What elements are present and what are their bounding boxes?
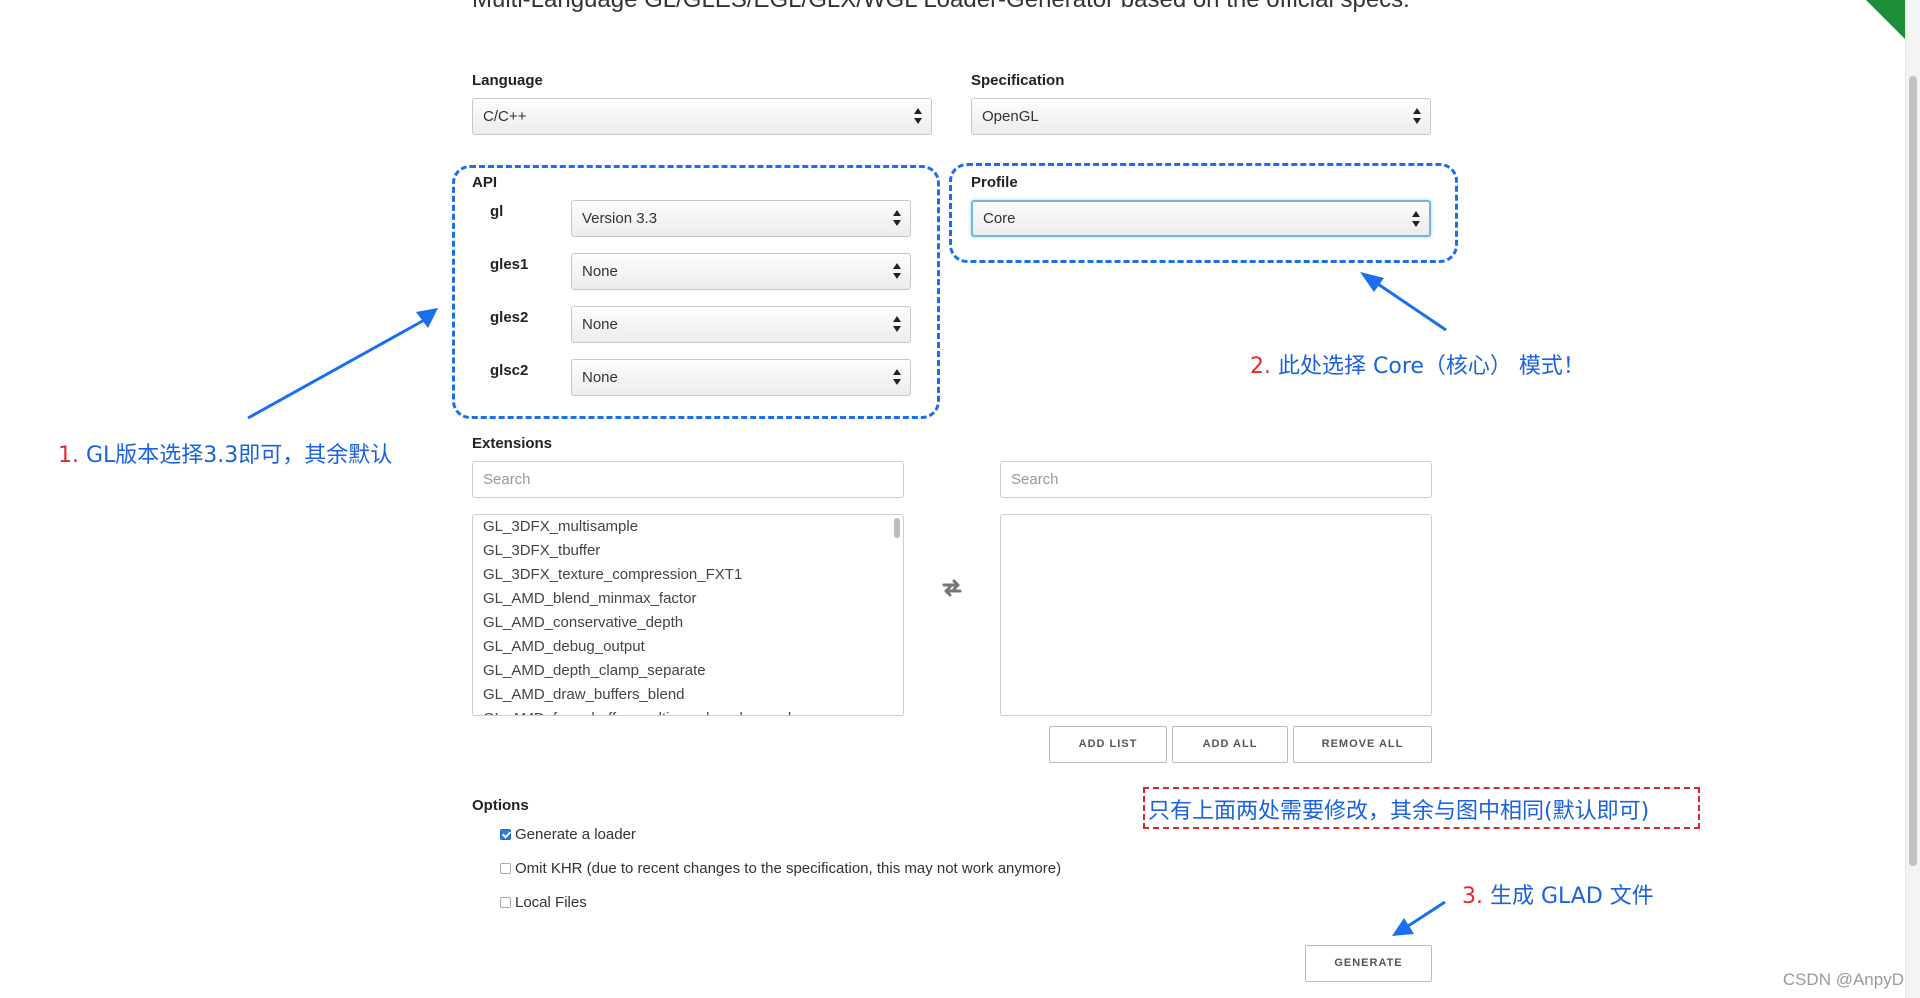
annotation-3: 3. 生成 GLAD 文件 <box>1462 878 1654 910</box>
annotation-1-text: GL版本选择3.3即可，其余默认 <box>86 443 393 468</box>
annotation-3-text: 生成 GLAD 文件 <box>1490 884 1654 909</box>
annotation-arrows <box>247 272 1447 936</box>
arrow-2-head-icon <box>1360 272 1384 292</box>
arrow-1-head-icon <box>416 308 438 328</box>
annotation-2: 2. 此处选择 Core（核心） 模式！ <box>1250 348 1585 380</box>
watermark: CSDN @AnpyD <box>1782 970 1904 989</box>
annotation-2-text: 此处选择 Core（核心） 模式！ <box>1278 354 1585 379</box>
annotation-1: 1. GL版本选择3.3即可，其余默认 <box>58 437 392 469</box>
arrow-3-head-icon <box>1392 918 1414 936</box>
annotation-2-number: 2. <box>1250 354 1271 379</box>
corner-ribbon <box>1866 0 1906 40</box>
annotation-1-number: 1. <box>58 443 79 468</box>
page-scrollbar-thumb[interactable] <box>1909 76 1917 866</box>
annotation-note: 只有上面两处需要修改，其余与图中相同(默认即可) <box>1148 799 1650 824</box>
arrow-3-line <box>1404 900 1446 930</box>
arrow-1-line <box>247 316 429 420</box>
annotation-3-number: 3. <box>1462 884 1483 909</box>
arrow-2-line <box>1371 278 1447 332</box>
page-scrollbar[interactable] <box>1905 0 1920 998</box>
